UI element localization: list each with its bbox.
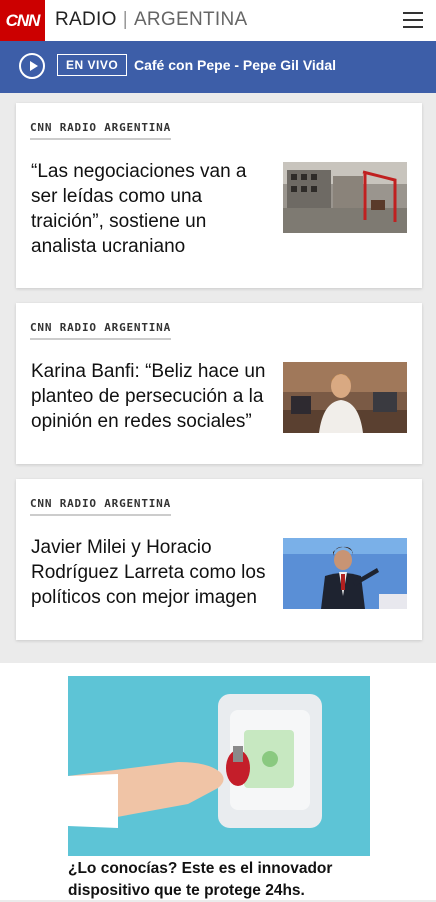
logo-text: CNN bbox=[5, 10, 41, 30]
live-badge: EN VIVO bbox=[57, 54, 128, 76]
article-thumbnail[interactable] bbox=[283, 362, 407, 433]
app-header: CNN RADIO | ARGENTINA bbox=[0, 0, 436, 41]
live-bar[interactable]: EN VIVO Café con Pepe - Pepe Gil Vidal bbox=[0, 41, 436, 93]
article-thumbnail[interactable] bbox=[283, 162, 407, 233]
article-title[interactable]: Javier Milei y Horacio Rodríguez Larreta… bbox=[31, 535, 271, 610]
live-program-title[interactable]: Café con Pepe - Pepe Gil Vidal bbox=[134, 57, 336, 73]
article-card[interactable]: CNN RADIO ARGENTINA Javier Milei y Horac… bbox=[16, 479, 422, 640]
article-card[interactable]: CNN RADIO ARGENTINA Karina Banfi: “Beliz… bbox=[16, 303, 422, 464]
hamburger-menu-icon[interactable] bbox=[403, 12, 423, 28]
section-label: CNN RADIO ARGENTINA bbox=[30, 121, 172, 140]
cnn-logo[interactable]: CNN bbox=[0, 0, 45, 41]
brand-title: RADIO | ARGENTINA bbox=[55, 9, 247, 31]
article-thumbnail[interactable] bbox=[283, 538, 407, 609]
brand-secondary: ARGENTINA bbox=[133, 9, 248, 30]
advertisement-image[interactable] bbox=[68, 676, 370, 856]
section-label: CNN RADIO ARGENTINA bbox=[30, 497, 172, 516]
section-label: CNN RADIO ARGENTINA bbox=[30, 321, 172, 340]
article-title[interactable]: “Las negociaciones van a ser leídas como… bbox=[31, 159, 271, 259]
brand-primary: RADIO bbox=[55, 9, 117, 30]
advertisement-caption[interactable]: ¿Lo conocías? Este es el innovador dispo… bbox=[68, 858, 370, 902]
article-title[interactable]: Karina Banfi: “Beliz hace un planteo de … bbox=[31, 359, 271, 434]
play-icon[interactable] bbox=[19, 53, 45, 79]
brand-separator: | bbox=[122, 9, 128, 30]
article-card[interactable]: CNN RADIO ARGENTINA “Las negociaciones v… bbox=[16, 103, 422, 288]
